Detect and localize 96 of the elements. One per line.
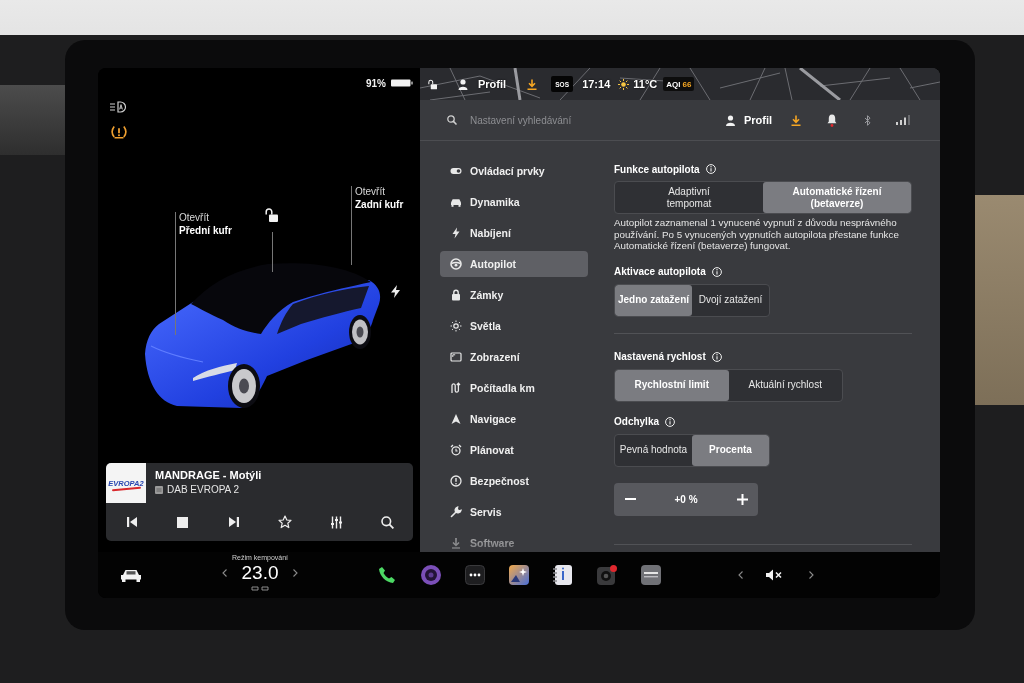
toggle-option[interactable]: Adaptivní tempomat xyxy=(615,182,763,213)
station-name: DAB EVROPA 2 xyxy=(167,483,240,497)
menu-item[interactable]: Počítadla km xyxy=(440,375,588,401)
chevron-left-icon[interactable] xyxy=(738,571,743,579)
menu-item[interactable]: Zámky xyxy=(440,282,588,308)
section-heading: Aktivace autopilota xyxy=(614,266,706,277)
section-heading: Odchylka xyxy=(614,416,660,427)
seat-heater-icon[interactable] xyxy=(251,586,269,592)
person-icon xyxy=(458,78,468,90)
padlock-icon xyxy=(450,289,462,301)
radio-icon xyxy=(155,486,163,494)
minus-icon xyxy=(624,498,636,500)
aqi-value: 66 xyxy=(682,79,692,89)
steering-wheel-icon xyxy=(450,258,462,270)
tire-warning-icon xyxy=(111,125,127,139)
toggle-option[interactable]: Automatické řízení (betaverze) xyxy=(763,182,911,213)
menu-item[interactable]: Plánovat xyxy=(440,437,588,463)
route-icon xyxy=(450,382,462,394)
menu-item[interactable]: Zobrazení xyxy=(440,344,588,370)
download-icon[interactable] xyxy=(527,78,538,90)
skip-previous-icon xyxy=(125,516,138,528)
menu-item[interactable]: Bezpečnost xyxy=(440,468,588,494)
cabin-temperature[interactable]: 23.0 xyxy=(241,562,279,584)
headlight-icon xyxy=(110,101,127,113)
camera-icon[interactable] xyxy=(597,565,617,585)
wrench-icon xyxy=(450,506,462,518)
camera-lens-icon[interactable] xyxy=(421,565,441,585)
bluetooth-icon[interactable] xyxy=(864,114,871,126)
bell-icon[interactable] xyxy=(827,113,837,127)
info-icon xyxy=(711,266,722,277)
lightning-bolt-icon xyxy=(450,227,462,239)
info-icon xyxy=(711,351,722,362)
menu-item[interactable]: Světla xyxy=(440,313,588,339)
info-icon xyxy=(665,416,676,427)
sun-icon xyxy=(618,78,630,90)
car-icon xyxy=(450,196,462,208)
light-icon xyxy=(450,320,462,332)
car-icon[interactable] xyxy=(121,568,141,582)
card-icon[interactable] xyxy=(641,565,661,585)
chevron-left-icon[interactable] xyxy=(221,569,227,577)
download-arrow-icon xyxy=(450,537,462,549)
navigation-arrow-icon xyxy=(450,413,462,425)
skip-next-icon xyxy=(227,516,240,528)
info-icon xyxy=(705,164,716,174)
stop-icon xyxy=(177,516,189,528)
menu-item[interactable]: Nabíjení xyxy=(440,220,588,246)
chevron-right-icon[interactable] xyxy=(293,569,299,577)
download-icon[interactable] xyxy=(791,114,801,126)
menu-item[interactable]: Servis xyxy=(440,499,588,525)
profile-button[interactable]: Profil xyxy=(478,78,507,90)
search-icon xyxy=(380,515,394,529)
menu-item[interactable]: Software xyxy=(440,530,588,552)
battery-percentage: 91% xyxy=(366,77,386,89)
signal-bars-icon xyxy=(896,115,910,125)
exclamation-circle-icon xyxy=(450,475,462,487)
display-icon xyxy=(450,351,462,363)
search-field[interactable]: Nastavení vyhledávání xyxy=(470,112,620,128)
toggle-option[interactable]: Jedno zatažení xyxy=(615,284,692,316)
clock-time: 17:14 xyxy=(582,78,611,90)
toggle-option[interactable]: Procenta xyxy=(692,434,769,466)
leader-line xyxy=(272,232,273,272)
toggle-option[interactable]: Pevná hodnota xyxy=(615,434,692,466)
unlocked-padlock-icon[interactable] xyxy=(428,78,437,90)
toggle-option[interactable]: Aktuální rychlost xyxy=(728,369,842,401)
stepper-value: +0 % xyxy=(673,493,699,505)
track-title: MANDRAGE - Motýli xyxy=(155,468,262,482)
person-icon xyxy=(725,114,735,126)
ellipsis-icon[interactable] xyxy=(465,565,485,585)
section-heading: Funkce autopilota xyxy=(614,163,700,175)
menu-item[interactable]: Autopilot xyxy=(440,251,588,277)
search-icon xyxy=(447,115,457,125)
toggle-icon xyxy=(450,165,462,177)
battery-icon xyxy=(391,79,413,87)
profile-button[interactable]: Profil xyxy=(743,114,772,126)
mute-icon[interactable] xyxy=(766,569,784,581)
phone-icon[interactable] xyxy=(378,566,396,584)
notebook-icon[interactable] xyxy=(553,565,573,585)
menu-item[interactable]: Dynamika xyxy=(440,189,588,215)
section-heading: Nastavená rychlost xyxy=(614,351,706,362)
warning-text: Autopilot zaznamenal 1 vynucené vypnutí z důvodu nesprávného používání. Po 5 vynucených vypnutích autopilota přestane funkce Automatické řízení (betaverze) fungovat. xyxy=(614,217,900,252)
star-icon xyxy=(278,515,293,529)
equalizer-icon xyxy=(329,515,343,529)
toggle-option[interactable]: Rychlostní limit xyxy=(615,369,729,401)
plus-icon xyxy=(736,493,748,505)
chevron-right-icon[interactable] xyxy=(809,571,814,579)
unlocked-padlock-icon[interactable] xyxy=(265,208,278,222)
rear-trunk-button[interactable]: Otevřít Zadní kufr xyxy=(355,185,404,211)
menu-item[interactable]: Ovládací prvky xyxy=(440,158,588,184)
picture-icon[interactable] xyxy=(509,565,529,585)
menu-item[interactable]: Navigace xyxy=(440,406,588,432)
lightning-bolt-icon[interactable] xyxy=(391,285,400,298)
aqi-label: AQI xyxy=(666,79,681,89)
front-trunk-button[interactable]: Otevřít Přední kufr xyxy=(179,211,232,237)
toggle-option[interactable]: Dvojí zatažení xyxy=(692,284,769,316)
outside-temperature: 11°C xyxy=(633,78,658,90)
alarm-clock-icon xyxy=(450,444,462,456)
